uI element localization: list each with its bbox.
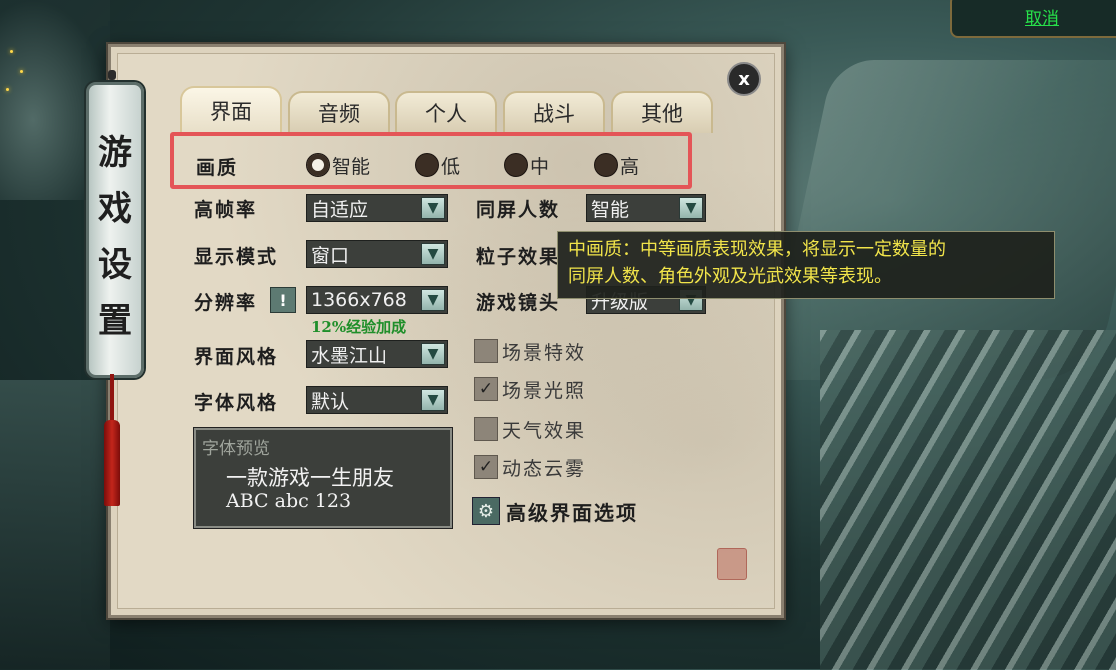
quality-option-low[interactable]: 低 xyxy=(415,152,460,178)
chevron-down-icon: ▼ xyxy=(679,197,703,219)
radio-icon xyxy=(306,153,330,177)
chevron-down-icon: ▼ xyxy=(421,289,445,311)
tab-interface[interactable]: 界面 xyxy=(180,86,282,134)
chevron-down-icon: ▼ xyxy=(421,197,445,219)
chevron-down-icon: ▼ xyxy=(421,243,445,265)
gear-icon: ⚙ xyxy=(472,497,500,525)
display-mode-label: 显示模式 xyxy=(194,246,279,268)
sparkle xyxy=(20,70,23,73)
checkbox-icon xyxy=(474,339,498,363)
font-preview-title: 字体预览 xyxy=(202,439,270,459)
font-preview-box: 字体预览 一款游戏一生朋友 ABC abc 123 xyxy=(194,428,452,528)
resolution-value: 1366x768 xyxy=(311,289,407,311)
radio-label: 智能 xyxy=(332,155,371,178)
player-count-value: 智能 xyxy=(591,198,630,221)
chevron-down-icon: ▼ xyxy=(421,343,445,365)
checkbox-dynamic-clouds[interactable]: ✓ 动态云雾 xyxy=(474,454,586,480)
tab-personal[interactable]: 个人 xyxy=(395,91,497,133)
ui-style-label: 界面风格 xyxy=(194,346,279,368)
exp-bonus-text: 12%经验加成 xyxy=(311,318,407,336)
checkbox-label: 动态云雾 xyxy=(502,457,587,480)
window-title-char: 戏 xyxy=(98,189,132,229)
fps-value: 自适应 xyxy=(311,198,369,221)
display-mode-value: 窗口 xyxy=(311,244,350,267)
window-title-char: 置 xyxy=(98,301,132,341)
ui-style-dropdown[interactable]: 水墨江山 ▼ xyxy=(306,340,448,368)
close-icon: x xyxy=(738,68,750,90)
player-count-label: 同屏人数 xyxy=(476,199,561,221)
fps-label: 高帧率 xyxy=(194,199,258,221)
sparkle xyxy=(10,50,13,53)
font-style-label: 字体风格 xyxy=(194,392,279,414)
quality-option-smart[interactable]: 智能 xyxy=(306,152,370,178)
radio-icon xyxy=(504,153,528,177)
tab-audio[interactable]: 音频 xyxy=(288,91,390,133)
radio-label: 高 xyxy=(620,155,640,178)
sparkle xyxy=(6,88,9,91)
tassel-cord xyxy=(110,374,114,424)
checkbox-label: 场景特效 xyxy=(502,341,587,364)
background-crystals xyxy=(820,330,1116,670)
chevron-down-icon: ▼ xyxy=(421,389,445,411)
tooltip-line: 同屏人数、角色外观及光武效果等表现。 xyxy=(568,266,892,287)
ui-style-value: 水墨江山 xyxy=(311,344,388,367)
window-title-scroll: 游 戏 设 置 xyxy=(86,82,144,378)
advanced-ui-options-button[interactable]: ⚙ 高级界面选项 xyxy=(472,496,638,526)
checkbox-weather[interactable]: 天气效果 xyxy=(474,416,586,442)
radio-label: 低 xyxy=(441,155,461,178)
radio-icon xyxy=(415,153,439,177)
resolution-dropdown[interactable]: 1366x768 ▼ xyxy=(306,286,448,314)
camera-label: 游戏镜头 xyxy=(476,292,561,314)
window-title-char: 游 xyxy=(98,133,132,173)
resolution-label: 分辨率 xyxy=(194,292,258,314)
tooltip-line: 中画质：中等画质表现效果，将显示一定数量的 xyxy=(568,239,946,260)
radio-label: 中 xyxy=(530,155,550,178)
checkmark-icon: ✓ xyxy=(474,455,498,479)
checkbox-label: 天气效果 xyxy=(502,419,587,442)
tassel xyxy=(104,420,120,506)
tab-combat[interactable]: 战斗 xyxy=(503,91,605,133)
display-mode-dropdown[interactable]: 窗口 ▼ xyxy=(306,240,448,268)
font-style-dropdown[interactable]: 默认 ▼ xyxy=(306,386,448,414)
player-count-dropdown[interactable]: 智能 ▼ xyxy=(586,194,706,222)
particle-label: 粒子效果 xyxy=(476,246,561,268)
font-style-value: 默认 xyxy=(311,390,350,413)
window-title-char: 设 xyxy=(98,245,132,285)
fps-dropdown[interactable]: 自适应 ▼ xyxy=(306,194,448,222)
window-title: 游 戏 设 置 xyxy=(89,125,141,349)
tab-other[interactable]: 其他 xyxy=(611,91,713,133)
checkbox-icon xyxy=(474,417,498,441)
checkmark-icon: ✓ xyxy=(474,377,498,401)
checkbox-scene-lighting[interactable]: ✓ 场景光照 xyxy=(474,376,586,402)
quality-option-medium[interactable]: 中 xyxy=(504,152,549,178)
cancel-box: 取消 xyxy=(950,0,1116,38)
scroll-cap-top xyxy=(108,70,116,80)
quality-option-high[interactable]: 高 xyxy=(594,152,639,178)
quality-label: 画质 xyxy=(196,157,239,179)
font-preview-sample-latin: ABC abc 123 xyxy=(226,490,352,512)
font-preview-sample-cn: 一款游戏一生朋友 xyxy=(226,466,394,490)
quality-tooltip: 中画质：中等画质表现效果，将显示一定数量的 同屏人数、角色外观及光武效果等表现。 xyxy=(557,231,1055,299)
cancel-link[interactable]: 取消 xyxy=(1025,4,1059,29)
background-rock-left-bottom xyxy=(0,380,110,669)
seal-stamp-icon xyxy=(717,548,747,580)
checkbox-scene-effects[interactable]: 场景特效 xyxy=(474,338,586,364)
advanced-ui-options-label: 高级界面选项 xyxy=(506,500,638,525)
resolution-info-button[interactable]: ! xyxy=(270,287,296,313)
close-button[interactable]: x xyxy=(727,62,761,96)
radio-icon xyxy=(594,153,618,177)
checkbox-label: 场景光照 xyxy=(502,379,587,402)
